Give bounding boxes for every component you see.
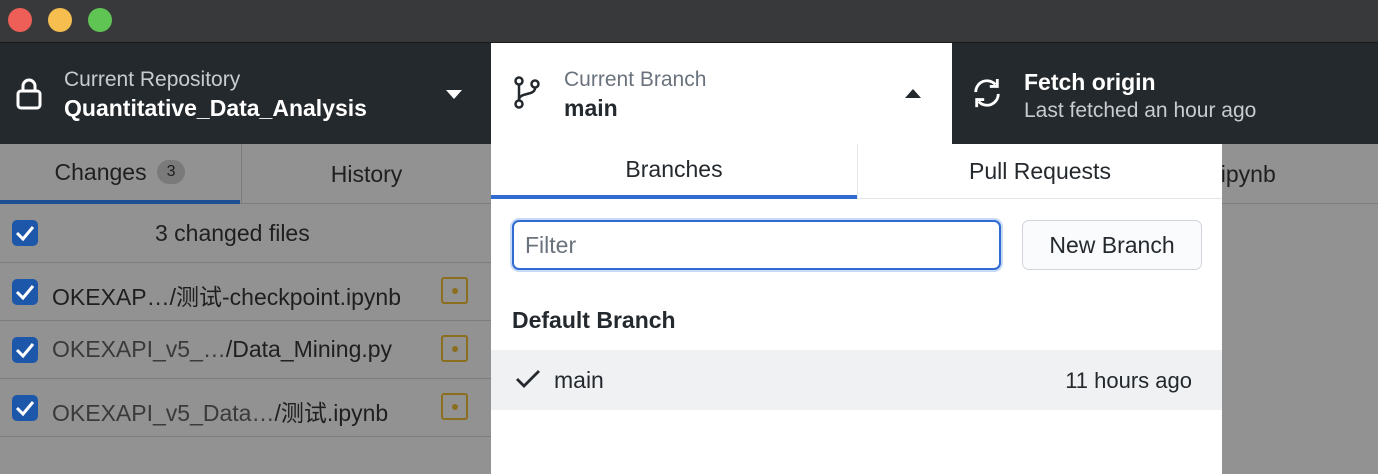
tab-changes-label: Changes bbox=[54, 158, 147, 185]
file-checkbox[interactable] bbox=[12, 395, 38, 421]
file-row[interactable]: OKEXAPI_v5_…/Data_Mining.py bbox=[0, 321, 491, 379]
checkmark-icon bbox=[15, 343, 35, 359]
changed-files-summary: 3 changed files bbox=[155, 220, 310, 246]
current-repository-label: Current Repository bbox=[64, 68, 241, 91]
current-repository-button[interactable]: Current Repository Quantitative_Data_Ana… bbox=[0, 43, 491, 143]
branch-filter-input[interactable] bbox=[512, 220, 1001, 270]
tab-changes[interactable]: Changes 3 bbox=[0, 144, 240, 204]
zoom-window-button[interactable] bbox=[88, 8, 112, 32]
file-checkbox[interactable] bbox=[12, 279, 38, 305]
lock-icon bbox=[16, 78, 42, 110]
file-row[interactable]: OKEXAP…/测试-checkpoint.ipynb bbox=[0, 263, 491, 321]
file-name: /测试-checkpoint.ipynb bbox=[169, 284, 401, 310]
minimize-window-button[interactable] bbox=[48, 8, 72, 32]
tab-pull-requests-label: Pull Requests bbox=[969, 158, 1111, 184]
diff-panel: t.ipynb bbox=[1208, 144, 1378, 474]
file-path-prefix: OKEXAP… bbox=[52, 284, 170, 310]
sync-icon bbox=[974, 78, 1000, 108]
fetch-origin-button[interactable]: Fetch origin Last fetched an hour ago bbox=[952, 43, 1378, 143]
select-all-row: 3 changed files bbox=[0, 205, 491, 263]
current-branch-button[interactable]: Current Branch main bbox=[491, 43, 952, 144]
tab-branches-label: Branches bbox=[625, 156, 723, 182]
file-name: /Data_Mining.py bbox=[225, 336, 393, 362]
file-path: OKEXAPI_v5_Data…/测试.ipynb bbox=[52, 394, 388, 428]
tab-history-label: History bbox=[330, 160, 403, 187]
fetch-origin-label: Fetch origin bbox=[1024, 69, 1156, 95]
file-path-prefix: OKEXAPI_v5_Data… bbox=[52, 400, 275, 426]
repository-name: Quantitative_Data_Analysis bbox=[64, 95, 367, 121]
branch-dropdown-tabs: Branches Pull Requests bbox=[491, 144, 1222, 199]
modified-status-icon bbox=[441, 393, 468, 420]
git-branch-icon bbox=[514, 76, 540, 109]
check-icon bbox=[516, 370, 540, 388]
chevron-up-icon bbox=[905, 89, 921, 98]
file-path-prefix: OKEXAPI_v5_… bbox=[52, 336, 226, 362]
changes-sidebar: Changes 3 History 3 changed files OKEXAP… bbox=[0, 144, 491, 474]
file-checkbox[interactable] bbox=[12, 337, 38, 363]
new-branch-button[interactable]: New Branch bbox=[1022, 220, 1202, 270]
last-fetched-label: Last fetched an hour ago bbox=[1024, 99, 1257, 122]
modified-status-icon bbox=[441, 335, 468, 362]
branch-name: main bbox=[564, 95, 618, 121]
branch-list-item[interactable]: main 11 hours ago bbox=[491, 350, 1222, 410]
checkmark-icon bbox=[15, 285, 35, 301]
branch-list-item-time: 11 hours ago bbox=[1065, 368, 1192, 393]
modified-status-icon bbox=[441, 277, 468, 304]
file-name: /测试.ipynb bbox=[274, 400, 389, 426]
branch-list-item-name: main bbox=[554, 367, 604, 393]
file-path: OKEXAP…/测试-checkpoint.ipynb bbox=[52, 278, 401, 312]
chevron-down-icon bbox=[446, 90, 462, 99]
diff-file-header: t.ipynb bbox=[1208, 144, 1378, 204]
select-all-checkbox[interactable] bbox=[12, 220, 38, 246]
tab-pull-requests[interactable]: Pull Requests bbox=[857, 144, 1222, 199]
tab-history[interactable]: History bbox=[241, 144, 491, 204]
checkmark-icon bbox=[15, 401, 35, 417]
branch-dropdown: Branches Pull Requests New Branch Defaul… bbox=[491, 144, 1222, 474]
default-branch-header: Default Branch bbox=[512, 307, 676, 333]
toolbar: Current Repository Quantitative_Data_Ana… bbox=[0, 43, 1378, 144]
changes-count-badge: 3 bbox=[156, 160, 186, 184]
sidebar-tabs: Changes 3 History bbox=[0, 144, 491, 204]
window-titlebar bbox=[0, 0, 1378, 43]
file-row[interactable]: OKEXAPI_v5_Data…/测试.ipynb bbox=[0, 379, 491, 437]
close-window-button[interactable] bbox=[8, 8, 32, 32]
current-branch-label: Current Branch bbox=[564, 68, 707, 91]
file-path: OKEXAPI_v5_…/Data_Mining.py bbox=[52, 336, 392, 363]
checkmark-icon bbox=[15, 226, 35, 242]
tab-branches[interactable]: Branches bbox=[491, 144, 857, 199]
